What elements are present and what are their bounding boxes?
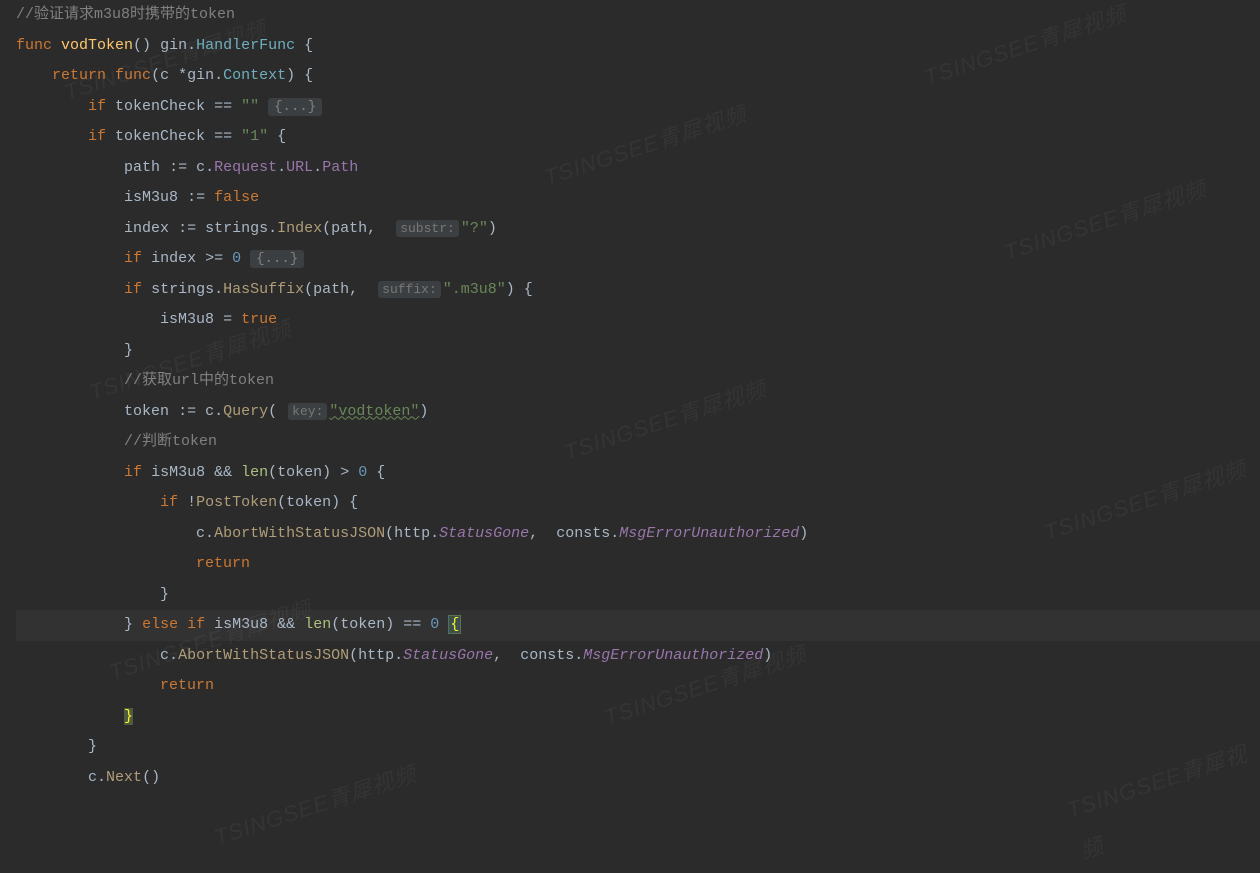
code-line: token := c.Query( key:"vodtoken")	[16, 397, 1260, 428]
code-line: func vodToken() gin.HandlerFunc {	[16, 31, 1260, 62]
code-line: //验证请求m3u8时携带的token	[16, 0, 1260, 31]
code-editor[interactable]: //验证请求m3u8时携带的token func vodToken() gin.…	[0, 0, 1260, 793]
param-hint: substr:	[396, 220, 459, 237]
code-line: //获取url中的token	[16, 366, 1260, 397]
code-line: if tokenCheck == "1" {	[16, 122, 1260, 153]
code-line: return	[16, 671, 1260, 702]
code-line: }	[16, 732, 1260, 763]
comment: //验证请求m3u8时携带的token	[16, 6, 235, 23]
code-line: index := strings.Index(path, substr:"?")	[16, 214, 1260, 245]
code-line: return func(c *gin.Context) {	[16, 61, 1260, 92]
code-line: if isM3u8 && len(token) > 0 {	[16, 458, 1260, 489]
code-line: isM3u8 := false	[16, 183, 1260, 214]
code-line: path := c.Request.URL.Path	[16, 153, 1260, 184]
code-line: }	[16, 702, 1260, 733]
brace-match: {	[448, 615, 461, 634]
code-line: }	[16, 580, 1260, 611]
code-line: } else if isM3u8 && len(token) == 0 {	[16, 610, 1260, 641]
code-line: }	[16, 336, 1260, 367]
code-line: //判断token	[16, 427, 1260, 458]
fold-marker[interactable]: {...}	[268, 98, 322, 116]
fold-marker[interactable]: {...}	[250, 250, 304, 268]
comment: //判断token	[124, 433, 217, 450]
code-line: c.Next()	[16, 763, 1260, 794]
comment: //获取url中的token	[124, 372, 274, 389]
code-line: if index >= 0 {...}	[16, 244, 1260, 275]
brace-match: }	[124, 708, 133, 725]
code-line: if strings.HasSuffix(path, suffix:".m3u8…	[16, 275, 1260, 306]
code-line: c.AbortWithStatusJSON(http.StatusGone, c…	[16, 641, 1260, 672]
code-line: if !PostToken(token) {	[16, 488, 1260, 519]
param-hint: suffix:	[378, 281, 441, 298]
code-line: if tokenCheck == "" {...}	[16, 92, 1260, 123]
param-hint: key:	[288, 403, 327, 420]
code-line: isM3u8 = true	[16, 305, 1260, 336]
code-line: c.AbortWithStatusJSON(http.StatusGone, c…	[16, 519, 1260, 550]
code-line: return	[16, 549, 1260, 580]
